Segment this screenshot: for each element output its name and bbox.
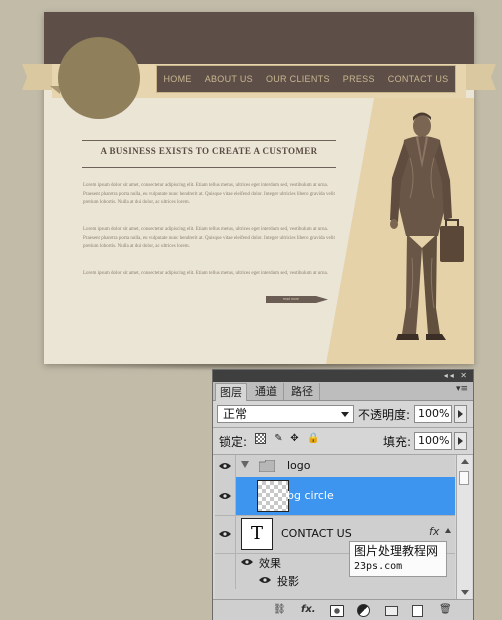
tab-layers[interactable]: 图层 (215, 383, 247, 401)
chevron-down-icon (341, 412, 349, 417)
visibility-toggle[interactable] (215, 571, 236, 589)
watermark-url: 23ps.com (354, 561, 403, 572)
lock-transparent-icon[interactable] (255, 433, 266, 444)
panel-tabs: 图层 通道 路径 (213, 382, 473, 401)
vintage-businessman-illustration (390, 112, 464, 340)
logo-circle (58, 37, 140, 119)
website-mockup: HOME ABOUT US OUR CLIENTS PRESS CONTACT … (22, 12, 496, 364)
eye-icon (219, 463, 231, 469)
scroll-up-icon[interactable] (461, 459, 469, 464)
nav-contact-us[interactable]: CONTACT US (388, 74, 449, 84)
nav-home[interactable]: HOME (164, 74, 192, 84)
scroll-thumb[interactable] (459, 471, 469, 485)
layers-scrollbar[interactable] (456, 455, 472, 599)
nav-about-us[interactable]: ABOUT US (205, 74, 253, 84)
watermark-title: 图片处理教程网 (354, 544, 439, 558)
mockup-headline: A BUSINESS EXISTS TO CREATE A CUSTOMER (100, 146, 318, 156)
visibility-toggle[interactable] (215, 515, 236, 553)
lock-label: 锁定: (219, 435, 248, 449)
visibility-toggle[interactable] (215, 455, 236, 477)
mask-icon[interactable] (330, 605, 344, 617)
effects-label: 效果 (259, 557, 281, 570)
adjustment-icon[interactable] (357, 604, 370, 617)
read-more-pointer (316, 296, 328, 303)
site-watermark: 图片处理教程网 23ps.com (349, 541, 447, 577)
layer-row-bg-circle[interactable]: bg circle (215, 477, 455, 516)
separator (213, 427, 473, 428)
titlebar-buttons[interactable]: ◂◂ ✕ (444, 370, 469, 382)
headline-rule-top (82, 140, 336, 141)
lock-position-icon[interactable]: ✥ (289, 433, 300, 444)
drop-shadow-label: 投影 (277, 575, 299, 588)
effects-collapse-icon[interactable] (445, 528, 451, 533)
visibility-toggle[interactable] (215, 477, 236, 515)
tab-channels[interactable]: 通道 (249, 383, 284, 400)
fx-badge-icon[interactable]: fx (429, 525, 439, 538)
blend-mode-value: 正常 (223, 407, 248, 421)
layer-name: CONTACT US (281, 527, 352, 540)
layer-name: bg circle (287, 489, 334, 502)
trash-icon[interactable]: 🗑 (439, 603, 452, 617)
fill-slider-button[interactable] (454, 432, 467, 450)
nav-press[interactable]: PRESS (343, 74, 375, 84)
text-layer-thumbnail: T (241, 518, 273, 550)
headline-rule-bottom (82, 167, 336, 168)
eye-icon[interactable] (241, 558, 253, 566)
fill-label: 填充: (383, 435, 412, 449)
mockup-paragraph-2: Lorem ipsum dolor sit amet, consectetur … (83, 227, 335, 249)
layer-name: logo (287, 459, 311, 472)
panel-menu-icon[interactable]: ▾≡ (456, 384, 468, 394)
eye-icon (219, 531, 231, 537)
mockup-paragraph-1: Lorem ipsum dolor sit amet, consectetur … (83, 183, 335, 205)
opacity-label: 不透明度: (358, 408, 411, 422)
nav-our-clients[interactable]: OUR CLIENTS (266, 74, 330, 84)
lock-all-icon[interactable]: 🔒 (307, 433, 319, 444)
visibility-toggle[interactable] (215, 553, 236, 571)
layer-row-logo[interactable]: logo (215, 455, 455, 478)
layers-panel: ◂◂ ✕ 图层 通道 路径 ▾≡ 正常 不透明度: 100% 锁定: ✎ ✥ 🔒… (212, 369, 474, 620)
eye-icon[interactable] (259, 576, 271, 584)
scroll-down-icon[interactable] (461, 590, 469, 595)
fx-icon[interactable]: fx. (301, 603, 316, 617)
new-group-icon[interactable] (385, 606, 398, 616)
layer-thumbnail (257, 480, 289, 512)
tab-paths[interactable]: 路径 (285, 383, 320, 400)
group-expand-icon[interactable] (241, 461, 249, 468)
mockup-paragraph-3: Lorem ipsum dolor sit amet, consectetur … (83, 271, 328, 276)
mockup-nav: HOME ABOUT US OUR CLIENTS PRESS CONTACT … (156, 65, 456, 93)
eye-icon (219, 493, 231, 499)
fill-input[interactable]: 100% (414, 432, 452, 450)
link-icon[interactable]: ⛓ (273, 603, 286, 617)
opacity-slider-button[interactable] (454, 405, 467, 423)
lock-image-icon[interactable]: ✎ (273, 433, 284, 444)
new-layer-icon[interactable] (412, 605, 423, 617)
read-more-button[interactable]: read more (266, 296, 316, 303)
folder-icon (259, 460, 275, 472)
opacity-input[interactable]: 100% (414, 405, 452, 423)
blend-mode-select[interactable]: 正常 (217, 405, 354, 423)
layers-list: logo bg circle T CONTACT US fx 效果 投影 (215, 455, 455, 599)
panel-titlebar: ◂◂ ✕ (213, 370, 473, 382)
layers-bottom-toolbar: ⛓ fx. 🗑 (213, 599, 473, 620)
